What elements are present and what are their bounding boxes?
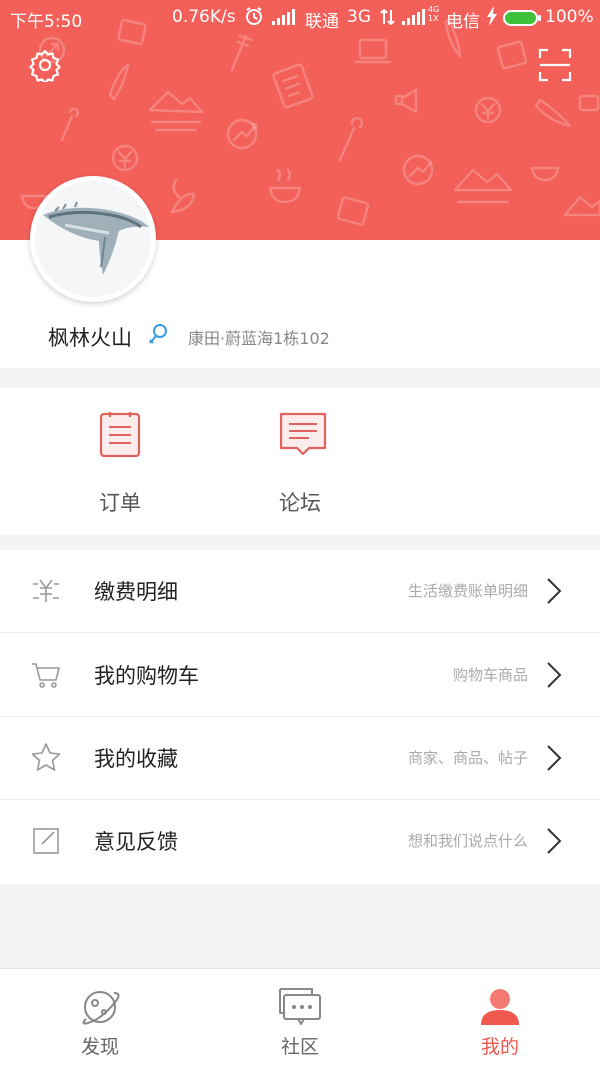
avatar[interactable]	[30, 176, 156, 302]
menu-hint: 商家、商品、帖子	[407, 749, 528, 767]
menu-hint: 购物车商品	[452, 666, 528, 684]
quick-actions: 订单 论坛	[0, 388, 600, 535]
alarm-icon	[244, 6, 264, 31]
forum-icon	[279, 412, 327, 456]
tab-discover[interactable]: 发现	[0, 969, 200, 1067]
menu-label: 意见反馈	[94, 830, 178, 854]
planet-icon	[82, 991, 120, 1025]
scan-button[interactable]	[538, 48, 572, 82]
charging-icon	[486, 6, 498, 31]
settings-button[interactable]	[28, 48, 62, 85]
whale-avatar-image	[35, 181, 151, 297]
menu-item-cart[interactable]: 我的购物车 购物车商品	[0, 634, 600, 717]
forum-button[interactable]: 论坛	[240, 388, 360, 535]
orders-button[interactable]: 订单	[60, 388, 180, 535]
signal-icon	[272, 9, 296, 30]
user-icon	[481, 989, 519, 1025]
signal-icon	[402, 9, 426, 30]
status-network2-tag: 4G 1X	[428, 5, 440, 23]
yuan-bill-icon	[33, 579, 59, 602]
menu-list: 缴费明细 生活缴费账单明细 我的购物车 购物车商品 我的收藏 商家、商品、帖子 …	[0, 550, 600, 884]
menu-hint: 生活缴费账单明细	[407, 582, 528, 600]
gear-icon	[29, 49, 61, 85]
community-address: 康田·蔚蓝海1栋102	[188, 329, 330, 348]
menu-item-feedback[interactable]: 意见反馈 想和我们说点什么	[0, 800, 600, 883]
data-arrows-icon	[380, 8, 396, 30]
menu-label: 缴费明细	[94, 580, 178, 604]
status-network: 3G	[347, 7, 371, 27]
scan-icon	[538, 48, 572, 82]
status-speed: 0.76K/s	[172, 7, 236, 27]
chevron-right-icon	[547, 828, 562, 854]
cart-icon	[32, 663, 60, 688]
tab-label: 社区	[280, 1036, 319, 1058]
status-battery: 100%	[545, 7, 594, 27]
battery-icon	[502, 9, 542, 32]
tab-mine[interactable]: 我的	[400, 969, 600, 1067]
bottom-nav: 发现 社区 我的	[0, 968, 600, 1067]
chevron-right-icon	[547, 662, 562, 688]
menu-label: 我的购物车	[94, 664, 199, 688]
status-time: 下午5:50	[10, 12, 83, 32]
forum-label: 论坛	[279, 491, 321, 515]
chat-bubble-icon	[279, 988, 321, 1025]
tab-label: 发现	[80, 1036, 119, 1058]
status-carrier-1: 联通	[305, 12, 339, 32]
verified-icon	[148, 323, 168, 345]
chevron-right-icon	[547, 745, 562, 771]
status-carrier-2: 电信	[446, 12, 480, 32]
menu-label: 我的收藏	[94, 747, 178, 771]
star-icon	[31, 743, 61, 771]
menu-item-favorites[interactable]: 我的收藏 商家、商品、帖子	[0, 717, 600, 800]
orders-label: 订单	[99, 491, 141, 515]
tab-label: 我的	[480, 1036, 519, 1058]
tab-community[interactable]: 社区	[200, 969, 400, 1067]
menu-item-billing[interactable]: 缴费明细 生活缴费账单明细	[0, 550, 600, 633]
order-icon	[99, 412, 141, 458]
status-bar: 下午5:50 0.76K/s 联通 3G 4G 1X 电信 100%	[0, 0, 600, 34]
username: 枫林火山	[48, 326, 132, 350]
chevron-right-icon	[547, 578, 562, 604]
feedback-icon	[33, 828, 59, 854]
menu-hint: 想和我们说点什么	[407, 832, 528, 850]
